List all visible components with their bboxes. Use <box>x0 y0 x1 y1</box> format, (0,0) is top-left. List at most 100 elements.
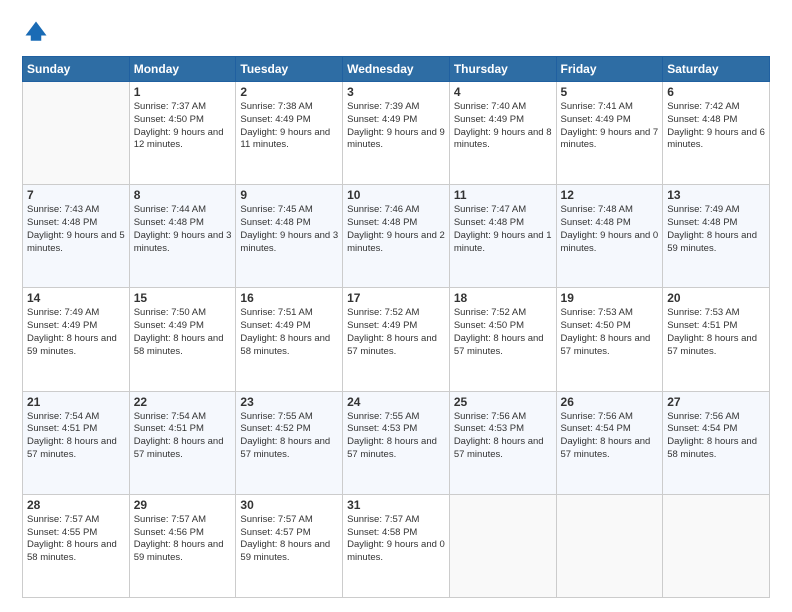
cell-content: Sunrise: 7:38 AM Sunset: 4:49 PM Dayligh… <box>240 101 338 152</box>
sunset: Sunset: 4:48 PM <box>454 217 524 228</box>
sunset: Sunset: 4:49 PM <box>347 114 417 125</box>
sunset: Sunset: 4:48 PM <box>561 217 631 228</box>
day-number: 3 <box>347 85 445 99</box>
calendar-cell: 8 Sunrise: 7:44 AM Sunset: 4:48 PM Dayli… <box>129 185 236 288</box>
calendar-cell: 28 Sunrise: 7:57 AM Sunset: 4:55 PM Dayl… <box>23 494 130 597</box>
sunset: Sunset: 4:54 PM <box>667 423 737 434</box>
cell-content: Sunrise: 7:52 AM Sunset: 4:49 PM Dayligh… <box>347 307 445 358</box>
cell-content: Sunrise: 7:56 AM Sunset: 4:54 PM Dayligh… <box>561 411 659 462</box>
calendar-cell: 16 Sunrise: 7:51 AM Sunset: 4:49 PM Dayl… <box>236 288 343 391</box>
cell-content: Sunrise: 7:49 AM Sunset: 4:49 PM Dayligh… <box>27 307 125 358</box>
cell-content: Sunrise: 7:55 AM Sunset: 4:52 PM Dayligh… <box>240 411 338 462</box>
calendar-cell: 21 Sunrise: 7:54 AM Sunset: 4:51 PM Dayl… <box>23 391 130 494</box>
cell-content: Sunrise: 7:49 AM Sunset: 4:48 PM Dayligh… <box>667 204 765 255</box>
daylight: Daylight: 8 hours and 57 minutes. <box>561 333 651 357</box>
calendar-cell: 18 Sunrise: 7:52 AM Sunset: 4:50 PM Dayl… <box>449 288 556 391</box>
daylight: Daylight: 9 hours and 0 minutes. <box>347 539 445 563</box>
daylight: Daylight: 8 hours and 59 minutes. <box>134 539 224 563</box>
sunset: Sunset: 4:48 PM <box>347 217 417 228</box>
day-number: 22 <box>134 395 232 409</box>
sunset: Sunset: 4:54 PM <box>561 423 631 434</box>
calendar-cell: 31 Sunrise: 7:57 AM Sunset: 4:58 PM Dayl… <box>343 494 450 597</box>
day-number: 18 <box>454 291 552 305</box>
daylight: Daylight: 9 hours and 6 minutes. <box>667 127 765 151</box>
sunrise: Sunrise: 7:55 AM <box>347 411 419 422</box>
calendar-cell: 30 Sunrise: 7:57 AM Sunset: 4:57 PM Dayl… <box>236 494 343 597</box>
calendar-cell: 15 Sunrise: 7:50 AM Sunset: 4:49 PM Dayl… <box>129 288 236 391</box>
sunrise: Sunrise: 7:51 AM <box>240 307 312 318</box>
day-number: 5 <box>561 85 659 99</box>
daylight: Daylight: 8 hours and 57 minutes. <box>454 333 544 357</box>
sunrise: Sunrise: 7:45 AM <box>240 204 312 215</box>
sunset: Sunset: 4:51 PM <box>134 423 204 434</box>
page: SundayMondayTuesdayWednesdayThursdayFrid… <box>0 0 792 612</box>
day-number: 15 <box>134 291 232 305</box>
day-number: 19 <box>561 291 659 305</box>
calendar-cell <box>449 494 556 597</box>
sunrise: Sunrise: 7:46 AM <box>347 204 419 215</box>
cell-content: Sunrise: 7:41 AM Sunset: 4:49 PM Dayligh… <box>561 101 659 152</box>
sunset: Sunset: 4:49 PM <box>27 320 97 331</box>
calendar-cell: 26 Sunrise: 7:56 AM Sunset: 4:54 PM Dayl… <box>556 391 663 494</box>
sunset: Sunset: 4:48 PM <box>134 217 204 228</box>
cell-content: Sunrise: 7:54 AM Sunset: 4:51 PM Dayligh… <box>27 411 125 462</box>
cell-content: Sunrise: 7:56 AM Sunset: 4:54 PM Dayligh… <box>667 411 765 462</box>
calendar-cell: 9 Sunrise: 7:45 AM Sunset: 4:48 PM Dayli… <box>236 185 343 288</box>
cell-content: Sunrise: 7:51 AM Sunset: 4:49 PM Dayligh… <box>240 307 338 358</box>
sunset: Sunset: 4:52 PM <box>240 423 310 434</box>
daylight: Daylight: 8 hours and 58 minutes. <box>667 436 757 460</box>
sunset: Sunset: 4:48 PM <box>240 217 310 228</box>
sunset: Sunset: 4:57 PM <box>240 527 310 538</box>
day-number: 31 <box>347 498 445 512</box>
cell-content: Sunrise: 7:52 AM Sunset: 4:50 PM Dayligh… <box>454 307 552 358</box>
sunset: Sunset: 4:48 PM <box>667 114 737 125</box>
calendar-cell <box>663 494 770 597</box>
calendar-cell: 4 Sunrise: 7:40 AM Sunset: 4:49 PM Dayli… <box>449 82 556 185</box>
day-number: 6 <box>667 85 765 99</box>
cell-content: Sunrise: 7:46 AM Sunset: 4:48 PM Dayligh… <box>347 204 445 255</box>
sunrise: Sunrise: 7:43 AM <box>27 204 99 215</box>
sunset: Sunset: 4:50 PM <box>134 114 204 125</box>
cell-content: Sunrise: 7:57 AM Sunset: 4:55 PM Dayligh… <box>27 514 125 565</box>
calendar-cell: 1 Sunrise: 7:37 AM Sunset: 4:50 PM Dayli… <box>129 82 236 185</box>
sunrise: Sunrise: 7:47 AM <box>454 204 526 215</box>
day-number: 29 <box>134 498 232 512</box>
daylight: Daylight: 8 hours and 57 minutes. <box>134 436 224 460</box>
sunset: Sunset: 4:55 PM <box>27 527 97 538</box>
daylight: Daylight: 9 hours and 5 minutes. <box>27 230 125 254</box>
logo-icon <box>22 18 50 46</box>
sunrise: Sunrise: 7:55 AM <box>240 411 312 422</box>
sunset: Sunset: 4:48 PM <box>667 217 737 228</box>
sunrise: Sunrise: 7:52 AM <box>454 307 526 318</box>
daylight: Daylight: 9 hours and 12 minutes. <box>134 127 224 151</box>
daylight: Daylight: 9 hours and 3 minutes. <box>240 230 338 254</box>
calendar-cell: 17 Sunrise: 7:52 AM Sunset: 4:49 PM Dayl… <box>343 288 450 391</box>
cell-content: Sunrise: 7:37 AM Sunset: 4:50 PM Dayligh… <box>134 101 232 152</box>
calendar-week-row: 28 Sunrise: 7:57 AM Sunset: 4:55 PM Dayl… <box>23 494 770 597</box>
calendar-cell: 6 Sunrise: 7:42 AM Sunset: 4:48 PM Dayli… <box>663 82 770 185</box>
day-number: 16 <box>240 291 338 305</box>
sunset: Sunset: 4:49 PM <box>134 320 204 331</box>
day-number: 23 <box>240 395 338 409</box>
cell-content: Sunrise: 7:40 AM Sunset: 4:49 PM Dayligh… <box>454 101 552 152</box>
sunset: Sunset: 4:49 PM <box>240 114 310 125</box>
sunrise: Sunrise: 7:52 AM <box>347 307 419 318</box>
sunset: Sunset: 4:49 PM <box>454 114 524 125</box>
calendar-cell: 5 Sunrise: 7:41 AM Sunset: 4:49 PM Dayli… <box>556 82 663 185</box>
sunrise: Sunrise: 7:56 AM <box>561 411 633 422</box>
daylight: Daylight: 9 hours and 8 minutes. <box>454 127 552 151</box>
calendar-cell <box>23 82 130 185</box>
daylight: Daylight: 9 hours and 2 minutes. <box>347 230 445 254</box>
sunset: Sunset: 4:49 PM <box>561 114 631 125</box>
daylight: Daylight: 8 hours and 57 minutes. <box>454 436 544 460</box>
sunrise: Sunrise: 7:40 AM <box>454 101 526 112</box>
calendar-cell <box>556 494 663 597</box>
day-number: 13 <box>667 188 765 202</box>
daylight: Daylight: 8 hours and 57 minutes. <box>347 333 437 357</box>
sunrise: Sunrise: 7:57 AM <box>27 514 99 525</box>
sunrise: Sunrise: 7:56 AM <box>454 411 526 422</box>
sunrise: Sunrise: 7:53 AM <box>667 307 739 318</box>
calendar-cell: 27 Sunrise: 7:56 AM Sunset: 4:54 PM Dayl… <box>663 391 770 494</box>
calendar-cell: 24 Sunrise: 7:55 AM Sunset: 4:53 PM Dayl… <box>343 391 450 494</box>
calendar-day-header: Sunday <box>23 57 130 82</box>
